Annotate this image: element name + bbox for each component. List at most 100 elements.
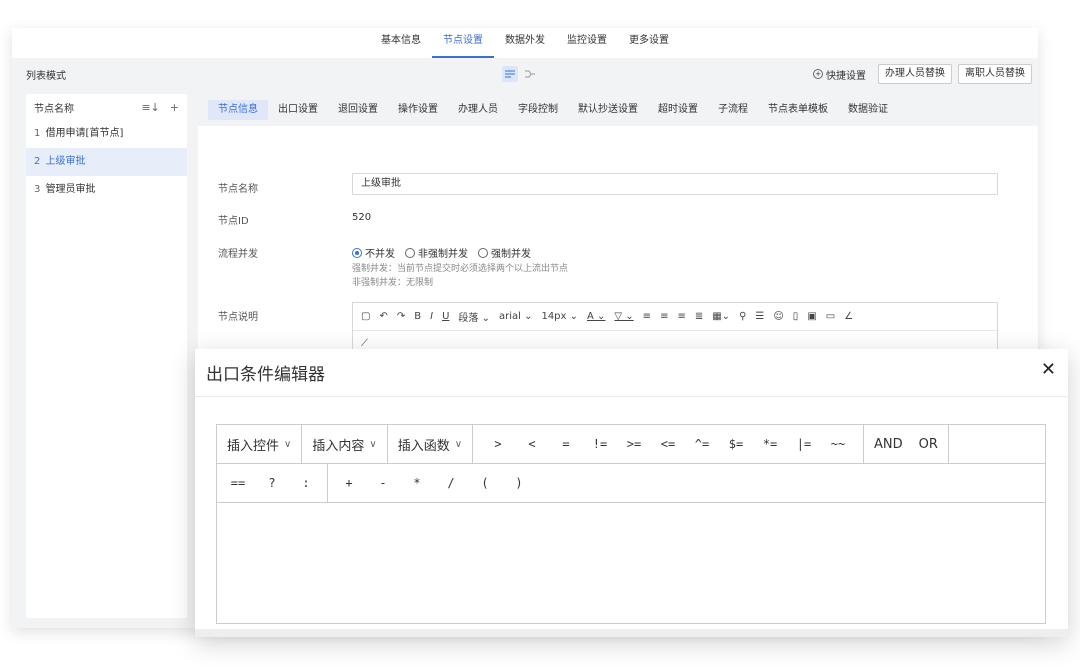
node-name-input[interactable]: 上级审批 [352, 173, 998, 195]
node-item-3[interactable]: 3 管理员审批 [26, 176, 187, 204]
insert-control-dropdown[interactable]: 插入控件 ∨ [217, 425, 303, 463]
tab-basic-info[interactable]: 基本信息 [370, 28, 432, 58]
mode-actions: + 快捷设置 办理人员替换 离职人员替换 [813, 64, 1032, 84]
quick-settings-button[interactable]: + 快捷设置 [813, 67, 866, 82]
hint-non-forced: 非强制并发：无限制 [352, 278, 434, 288]
attachment-icon[interactable]: ▯ [793, 311, 799, 322]
justify-icon[interactable]: ≣ [695, 311, 703, 322]
list-icon[interactable]: ☰ [755, 311, 764, 322]
op-ends-with[interactable]: $= [719, 437, 753, 451]
op-lte[interactable]: <= [651, 437, 685, 451]
radio-non-forced-concurrency[interactable]: 非强制并发 [405, 245, 468, 260]
subtab-timeout[interactable]: 超时设置 [648, 100, 708, 120]
op-eq[interactable]: = [549, 437, 583, 451]
bold-icon[interactable]: B [414, 311, 421, 322]
radio-no-concurrency[interactable]: 不并发 [352, 245, 395, 260]
op-pipe-eq[interactable]: |= [787, 437, 821, 451]
radio-label: 不并发 [365, 249, 395, 260]
size-select[interactable]: 14px ⌄ [541, 311, 578, 322]
redo-icon[interactable]: ↷ [397, 311, 405, 322]
undo-icon[interactable]: ↶ [379, 311, 387, 322]
align-left-icon[interactable]: ≡ [643, 311, 651, 322]
italic-icon[interactable]: I [430, 311, 433, 322]
node-item-2[interactable]: 2 上级审批 [26, 148, 187, 176]
view-toggle [502, 66, 538, 82]
node-item-1[interactable]: 1 借用申请[首节点] [26, 120, 187, 148]
close-icon[interactable]: ✕ [1041, 359, 1056, 380]
align-center-icon[interactable]: ≡ [677, 311, 685, 322]
op-tilde[interactable]: ~~ [821, 437, 855, 451]
link-icon[interactable]: ⚲ [739, 311, 746, 322]
source-icon[interactable]: ▢ [361, 311, 370, 322]
subtab-data-validation[interactable]: 数据验证 [838, 100, 898, 120]
dropdown-label: 插入函数 [397, 438, 450, 454]
sidebar-title: 节点名称 [34, 103, 74, 115]
underline-icon[interactable]: U [442, 311, 449, 322]
op-question[interactable]: ? [255, 476, 289, 490]
op-or[interactable]: OR [919, 437, 938, 452]
node-num: 2 [34, 156, 41, 167]
align-right-icon[interactable]: ≡ [660, 311, 668, 322]
op-neq[interactable]: != [583, 437, 617, 451]
highlight-icon[interactable]: ▽ ⌄ [614, 311, 633, 322]
op-starts-with[interactable]: ^= [685, 437, 719, 451]
subtab-default-cc[interactable]: 默认抄送设置 [568, 100, 648, 120]
op-and[interactable]: AND [874, 437, 903, 452]
concurrency-radio-group: 不并发 非强制并发 强制并发 [352, 245, 531, 260]
op-gte[interactable]: >= [617, 437, 651, 451]
eraser-icon[interactable]: ∠ [844, 311, 853, 322]
subtab-handlers[interactable]: 办理人员 [448, 100, 508, 120]
op-gt[interactable]: > [481, 437, 515, 451]
subtab-form-template[interactable]: 节点表单模板 [758, 100, 838, 120]
op-double-eq[interactable]: == [221, 476, 255, 490]
subtab-return-settings[interactable]: 退回设置 [328, 100, 388, 120]
dropdown-label: 插入内容 [312, 438, 365, 454]
sidebar-header: 节点名称 ≡↓ + [26, 94, 187, 120]
size-label: 14px [541, 311, 567, 322]
insert-content-dropdown[interactable]: 插入内容 ∨ [302, 425, 388, 463]
op-multiply[interactable]: * [400, 476, 434, 490]
tab-monitor-settings[interactable]: 监控设置 [556, 28, 618, 58]
arithmetic-operators: + - * / ( ) [328, 464, 540, 502]
op-rparen[interactable]: ) [502, 476, 536, 490]
flow-view-icon[interactable] [522, 66, 538, 82]
subtab-node-info[interactable]: 节点信息 [208, 100, 268, 120]
subtab-field-control[interactable]: 字段控制 [508, 100, 568, 120]
replace-handler-button[interactable]: 办理人员替换 [878, 64, 952, 84]
subtab-operation-settings[interactable]: 操作设置 [388, 100, 448, 120]
replace-resigned-button[interactable]: 离职人员替换 [958, 64, 1032, 84]
tab-data-outbound[interactable]: 数据外发 [494, 28, 556, 58]
sort-icon[interactable]: ≡↓ [141, 101, 159, 114]
format-painter-icon[interactable]: ⟋ [361, 338, 368, 349]
paragraph-label: 段落 [458, 313, 479, 324]
node-id-value: 520 [352, 212, 372, 223]
radio-forced-concurrency[interactable]: 强制并发 [478, 245, 531, 260]
op-plus[interactable]: + [332, 476, 366, 490]
tab-more-settings[interactable]: 更多设置 [618, 28, 680, 58]
mode-label: 列表模式 [26, 70, 66, 82]
table-icon[interactable]: ▦⌄ [712, 311, 730, 322]
node-num: 3 [34, 184, 41, 195]
image-icon[interactable]: ▣ [807, 311, 816, 322]
font-color-icon[interactable]: A ⌄ [587, 311, 605, 322]
op-lparen[interactable]: ( [468, 476, 502, 490]
op-divide[interactable]: / [434, 476, 468, 490]
modal-header: 出口条件编辑器 ✕ [195, 349, 1068, 397]
video-icon[interactable]: ▭ [826, 311, 835, 322]
emoji-icon[interactable]: ☺ [773, 311, 783, 322]
exit-condition-modal: 出口条件编辑器 ✕ 插入控件 ∨ 插入内容 ∨ 插入函数 ∨ > < = != … [195, 349, 1068, 637]
tab-node-settings[interactable]: 节点设置 [432, 28, 494, 58]
plus-icon[interactable]: + [170, 101, 179, 114]
subtab-exit-settings[interactable]: 出口设置 [268, 100, 328, 120]
op-minus[interactable]: - [366, 476, 400, 490]
op-colon[interactable]: : [289, 476, 323, 490]
node-name-label: 节点名称 [218, 184, 258, 195]
insert-function-dropdown[interactable]: 插入函数 ∨ [388, 425, 474, 463]
condition-textarea[interactable] [217, 503, 1045, 623]
font-select[interactable]: arial ⌄ [499, 311, 533, 322]
op-contains[interactable]: *= [753, 437, 787, 451]
list-view-icon[interactable] [502, 66, 518, 82]
paragraph-select[interactable]: 段落 ⌄ [458, 309, 490, 324]
op-lt[interactable]: < [515, 437, 549, 451]
subtab-subflow[interactable]: 子流程 [708, 100, 758, 120]
